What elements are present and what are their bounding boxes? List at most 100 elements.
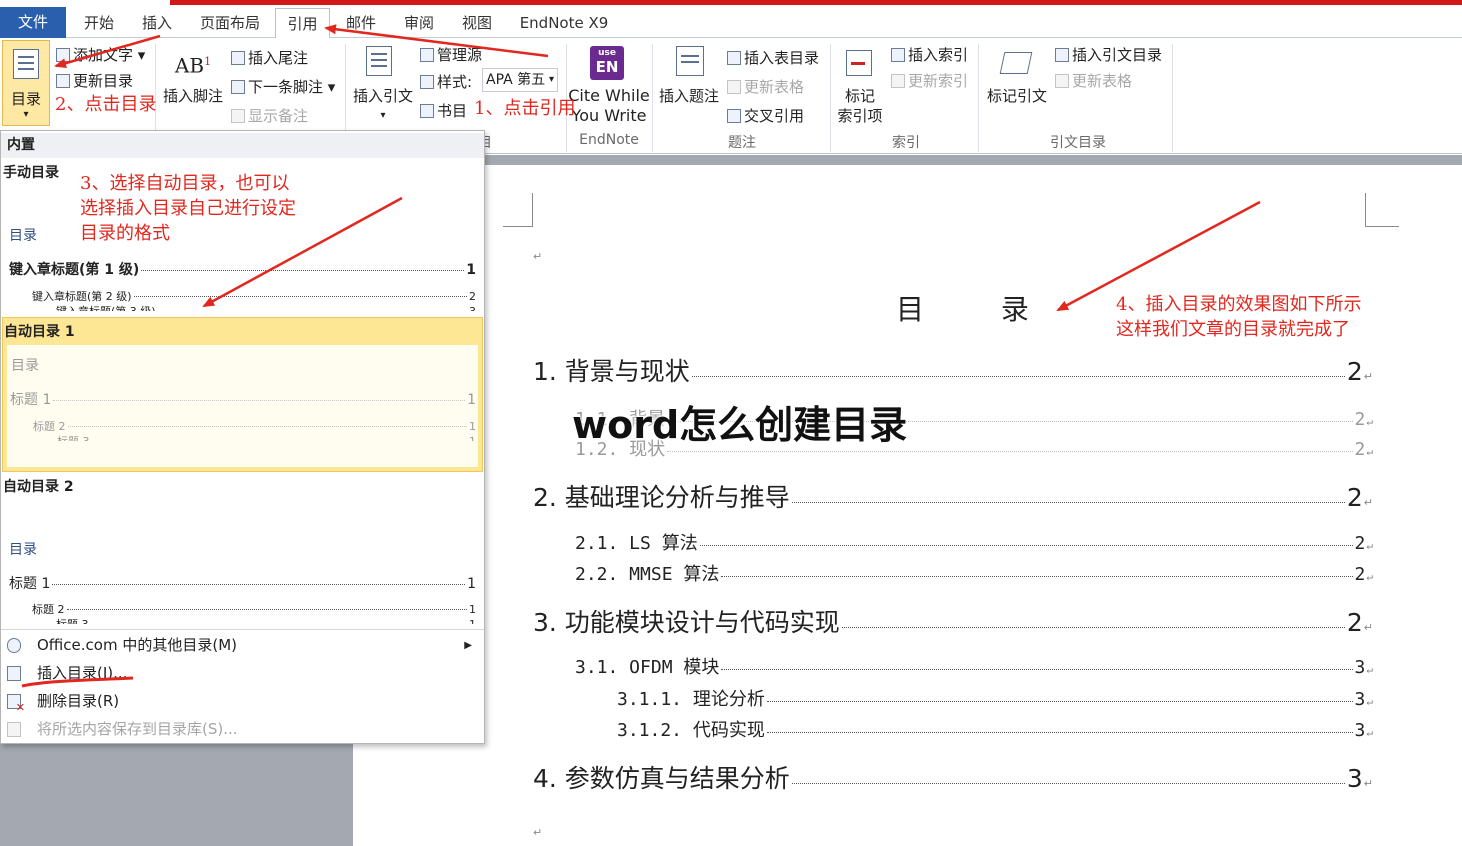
- update-index-button[interactable]: 更新索引: [891, 70, 968, 91]
- group-divider: [978, 44, 979, 152]
- more-toc-label: Office.com 中的其他目录(M): [37, 636, 238, 654]
- insert-footnote-button[interactable]: 插入脚注: [160, 86, 226, 106]
- update-table-icon: [727, 80, 741, 94]
- update-authorities-button[interactable]: 更新表格: [1055, 70, 1132, 91]
- insert-caption-button[interactable]: 插入题注: [656, 86, 722, 106]
- tab-page-layout[interactable]: 页面布局: [190, 8, 270, 38]
- tab-file[interactable]: 文件: [0, 7, 66, 38]
- style-label-text: 样式:: [437, 73, 473, 91]
- paragraph-mark: ↵: [533, 826, 543, 839]
- toc-entry[interactable]: 3. 功能模块设计与代码实现 2 ↵: [533, 603, 1373, 639]
- update-table-button[interactable]: 更新表格: [727, 76, 804, 97]
- paragraph-mark: ↵: [533, 250, 543, 263]
- toc-icon: [13, 49, 39, 79]
- show-notes-button[interactable]: 显示备注: [231, 105, 308, 126]
- toc-entry-page: 2: [1346, 357, 1363, 386]
- toc-entry[interactable]: 1. 背景与现状 2 ↵: [533, 352, 1373, 388]
- cite-line-1: Cite While: [568, 86, 650, 105]
- toc-entry[interactable]: 2.1. LS 算法 2 ↵: [575, 529, 1373, 555]
- style-icon: [420, 75, 434, 89]
- mark-entry-line-1: 标记: [844, 87, 875, 105]
- toc-entry-label: 3. 功能模块设计与代码实现: [533, 608, 840, 637]
- toc-entry-page: 2: [1354, 564, 1366, 585]
- preview-line-label: 标题 2: [32, 603, 65, 616]
- toc-entry-page: 2: [1346, 608, 1363, 637]
- group-divider: [652, 44, 653, 152]
- cite-while-you-write-button[interactable]: Cite While You Write: [568, 86, 650, 126]
- toc-entry-label: 3.1. OFDM 模块: [575, 657, 720, 678]
- mark-entry-icon: [846, 50, 872, 76]
- insert-toc-item[interactable]: 插入目录(I)...: [1, 660, 484, 687]
- insert-table-of-authorities-button[interactable]: 插入引文目录: [1055, 44, 1162, 65]
- update-toc-label: 更新目录: [73, 72, 134, 90]
- add-text-button[interactable]: 添加文字 ▾: [56, 44, 145, 65]
- toc-entry[interactable]: 2.2. MMSE 算法 2 ↵: [575, 560, 1373, 586]
- show-notes-icon: [231, 109, 245, 123]
- manage-sources-label: 管理源: [437, 46, 483, 64]
- toc-entry-page: 3: [1354, 720, 1366, 741]
- insert-table-of-figures-label: 插入表目录: [744, 49, 820, 67]
- tab-insert[interactable]: 插入: [132, 8, 182, 38]
- authorities-group-label: 引文目录: [1050, 135, 1106, 151]
- toc-entry-label: 3.1.2. 代码实现: [617, 720, 765, 741]
- tab-mailings[interactable]: 邮件: [336, 8, 386, 38]
- mark-citation-button[interactable]: 标记引文: [982, 86, 1052, 106]
- toc-entry[interactable]: 3.1.1. 理论分析 3 ↵: [617, 685, 1373, 711]
- preview-leader: [66, 609, 467, 610]
- remove-toc-item[interactable]: ✕ 删除目录(R): [1, 688, 484, 715]
- toc-leader: [667, 451, 1353, 452]
- toc-entry-label: 2.2. MMSE 算法: [575, 564, 720, 585]
- toc-entry[interactable]: 3.1.2. 代码实现 3 ↵: [617, 716, 1373, 742]
- chevron-down-icon: ▾: [548, 74, 554, 85]
- bibliography-icon: [420, 104, 434, 118]
- insert-table-of-figures-button[interactable]: 插入表目录: [727, 47, 819, 68]
- toc-leader: [766, 701, 1353, 702]
- toc-leader: [791, 783, 1345, 784]
- tab-home[interactable]: 开始: [72, 8, 126, 38]
- cross-reference-button[interactable]: 交叉引用: [727, 105, 804, 126]
- paragraph-mark: ↵: [1363, 496, 1373, 509]
- preview-leader: [133, 296, 467, 297]
- next-footnote-label: 下一条脚注: [248, 78, 324, 96]
- insert-endnote-button[interactable]: 插入尾注: [231, 47, 308, 68]
- save-selection-to-gallery-item[interactable]: 将所选内容保存到目录库(S)...: [1, 716, 484, 743]
- annotation-step-1: 1、点击引用: [474, 98, 576, 119]
- paragraph-mark: ↵: [1366, 570, 1373, 583]
- annotation-step-3: 3、选择自动目录，也可以 选择插入目录自己进行设定 目录的格式: [80, 171, 296, 246]
- manage-sources-button[interactable]: 管理源: [420, 44, 482, 65]
- crop-mark: [503, 193, 533, 227]
- tab-view[interactable]: 视图: [452, 8, 502, 38]
- annotation-step-4: 4、插入目录的效果图如下所示 这样我们文章的目录就完成了: [1116, 292, 1361, 342]
- style-select[interactable]: APA 第五 ▾: [482, 68, 558, 92]
- preview-leader: [67, 426, 467, 427]
- toc-entry[interactable]: 3.1. OFDM 模块 3 ↵: [575, 653, 1373, 679]
- insert-index-button[interactable]: 插入索引: [891, 44, 968, 65]
- save-selection-label: 将所选内容保存到目录库(S)...: [37, 720, 238, 738]
- next-footnote-icon: [231, 80, 245, 94]
- more-toc-from-office-item[interactable]: Office.com 中的其他目录(M) ▶: [1, 632, 484, 659]
- toc-button[interactable]: 目录 ▾: [2, 40, 50, 126]
- toc-entry[interactable]: 4. 参数仿真与结果分析 3 ↵: [533, 759, 1373, 795]
- tab-references[interactable]: 引用: [275, 8, 330, 39]
- gallery-item-title: 自动目录 2: [3, 479, 74, 495]
- paragraph-mark: ↵: [1366, 415, 1373, 428]
- endnote-logo-icon: use EN: [590, 46, 624, 80]
- toc-entry[interactable]: 2. 基础理论分析与推导 2 ↵: [533, 478, 1373, 514]
- bibliography-button[interactable]: 书目: [420, 100, 467, 121]
- toc-leader: [721, 669, 1353, 670]
- gallery-item-auto-toc-2[interactable]: 目录 标题 1 1 标题 2 1 标题 3 1: [1, 495, 484, 625]
- gallery-item-auto-toc-1[interactable]: 自动目录 1 目录 标题 1 1 标题 2 1 标题 3 1: [2, 317, 483, 472]
- next-footnote-button[interactable]: 下一条脚注 ▾: [231, 76, 335, 97]
- tab-review[interactable]: 审阅: [394, 8, 444, 38]
- insert-index-icon: [891, 48, 905, 62]
- mark-entry-button[interactable]: 标记 索引项: [832, 86, 888, 126]
- insert-citation-button[interactable]: 插入引文: [350, 86, 416, 106]
- remove-document-icon: ✕: [7, 694, 25, 713]
- tab-endnote[interactable]: EndNote X9: [512, 8, 616, 38]
- update-toc-button[interactable]: 更新目录: [56, 70, 133, 91]
- insert-endnote-label: 插入尾注: [248, 49, 309, 67]
- update-toc-icon: [56, 74, 70, 88]
- preview-line-label: 标题 3: [56, 616, 89, 624]
- toc-entry-label: 1. 背景与现状: [533, 357, 690, 386]
- preview-line-page: 3: [469, 305, 476, 311]
